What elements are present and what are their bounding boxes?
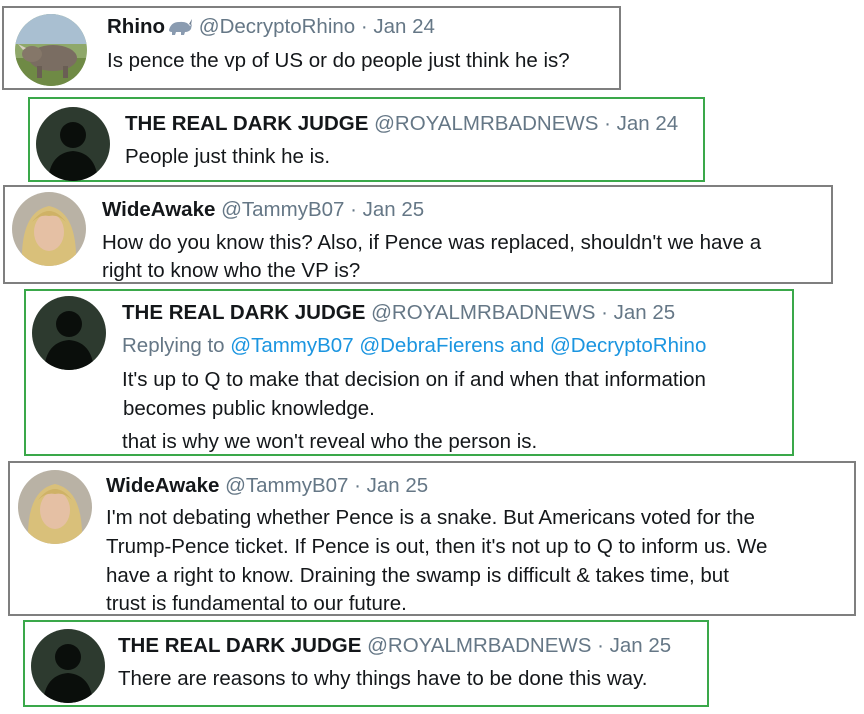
tweet-text-line: Trump-Pence ticket. If Pence is out, the…: [106, 535, 768, 558]
user-handle[interactable]: @DecryptoRhino: [199, 15, 355, 38]
woman-avatar[interactable]: [18, 470, 92, 544]
replying-to: Replying to @TammyB07 @DebraFierens and …: [122, 333, 706, 359]
tweet-header: WideAwake @TammyB07 · Jan 25: [102, 197, 424, 223]
display-name[interactable]: THE REAL DARK JUDGE: [118, 634, 361, 657]
woman-avatar[interactable]: [12, 192, 86, 266]
mention-and: and: [510, 334, 545, 357]
tweet-card: WideAwake @TammyB07 · Jan 25 How do you …: [3, 185, 833, 284]
tweet-card: THE REAL DARK JUDGE @ROYALMRBADNEWS · Ja…: [24, 289, 794, 456]
tweet-text-line: right to know who the VP is?: [102, 259, 361, 282]
mention-link[interactable]: @DebraFierens: [359, 334, 504, 357]
tweet-text: People just think he is.: [125, 145, 331, 168]
tweet-card: Rhino @DecryptoRhino · Jan 24 Is pence t…: [2, 6, 621, 90]
separator: ·: [348, 474, 367, 497]
display-name[interactable]: WideAwake: [106, 474, 219, 497]
tweet-date[interactable]: Jan 25: [610, 634, 672, 657]
tweet-text: Is pence the vp of US or do people just …: [107, 49, 570, 72]
separator: ·: [598, 112, 617, 135]
tweet-card: THE REAL DARK JUDGE @ROYALMRBADNEWS · Ja…: [23, 620, 709, 707]
tweet-text-line: trust is fundamental to our future.: [106, 592, 407, 615]
tweet-header: THE REAL DARK JUDGE @ROYALMRBADNEWS · Ja…: [118, 633, 671, 659]
display-name[interactable]: Rhino: [107, 15, 165, 38]
rhino-emoji-icon: [167, 16, 193, 43]
replying-to-label: Replying to: [122, 334, 225, 357]
user-handle[interactable]: @TammyB07: [221, 198, 344, 221]
separator: ·: [344, 198, 363, 221]
mention-link[interactable]: @DecryptoRhino: [550, 334, 706, 357]
separator: ·: [355, 15, 374, 38]
tweet-text: There are reasons to why things have to …: [118, 667, 648, 690]
tweet-text-line: becomes public knowledge.: [123, 397, 375, 420]
rhino-avatar[interactable]: [15, 14, 87, 86]
tweet-date[interactable]: Jan 25: [614, 301, 676, 324]
tweet-text-line: I'm not debating whether Pence is a snak…: [106, 506, 755, 529]
silhouette-avatar[interactable]: [32, 296, 106, 370]
tweet-date[interactable]: Jan 25: [363, 198, 425, 221]
tweet-text-line: that is why we won't reveal who the pers…: [122, 430, 538, 453]
separator: ·: [591, 634, 610, 657]
display-name[interactable]: THE REAL DARK JUDGE: [125, 112, 368, 135]
tweet-header: WideAwake @TammyB07 · Jan 25: [106, 473, 428, 499]
tweet-text-line: How do you know this? Also, if Pence was…: [102, 231, 762, 254]
display-name[interactable]: WideAwake: [102, 198, 215, 221]
tweet-card: THE REAL DARK JUDGE @ROYALMRBADNEWS · Ja…: [28, 97, 705, 182]
tweet-header: THE REAL DARK JUDGE @ROYALMRBADNEWS · Ja…: [125, 111, 678, 137]
silhouette-avatar[interactable]: [31, 629, 105, 703]
user-handle[interactable]: @ROYALMRBADNEWS: [371, 301, 595, 324]
tweet-header: Rhino @DecryptoRhino · Jan 24: [107, 14, 435, 43]
tweet-card: WideAwake @TammyB07 · Jan 25 I'm not deb…: [8, 461, 856, 616]
user-handle[interactable]: @ROYALMRBADNEWS: [367, 634, 591, 657]
mention-link[interactable]: @TammyB07: [230, 334, 353, 357]
silhouette-avatar[interactable]: [36, 107, 110, 181]
tweet-date[interactable]: Jan 24: [617, 112, 679, 135]
tweet-text-line: have a right to know. Draining the swamp…: [106, 564, 729, 587]
separator: ·: [595, 301, 614, 324]
tweet-header: THE REAL DARK JUDGE @ROYALMRBADNEWS · Ja…: [122, 300, 675, 326]
tweet-date[interactable]: Jan 25: [367, 474, 429, 497]
user-handle[interactable]: @TammyB07: [225, 474, 348, 497]
user-handle[interactable]: @ROYALMRBADNEWS: [374, 112, 598, 135]
display-name[interactable]: THE REAL DARK JUDGE: [122, 301, 365, 324]
tweet-text-line: It's up to Q to make that decision on if…: [122, 368, 706, 391]
tweet-date[interactable]: Jan 24: [373, 15, 435, 38]
